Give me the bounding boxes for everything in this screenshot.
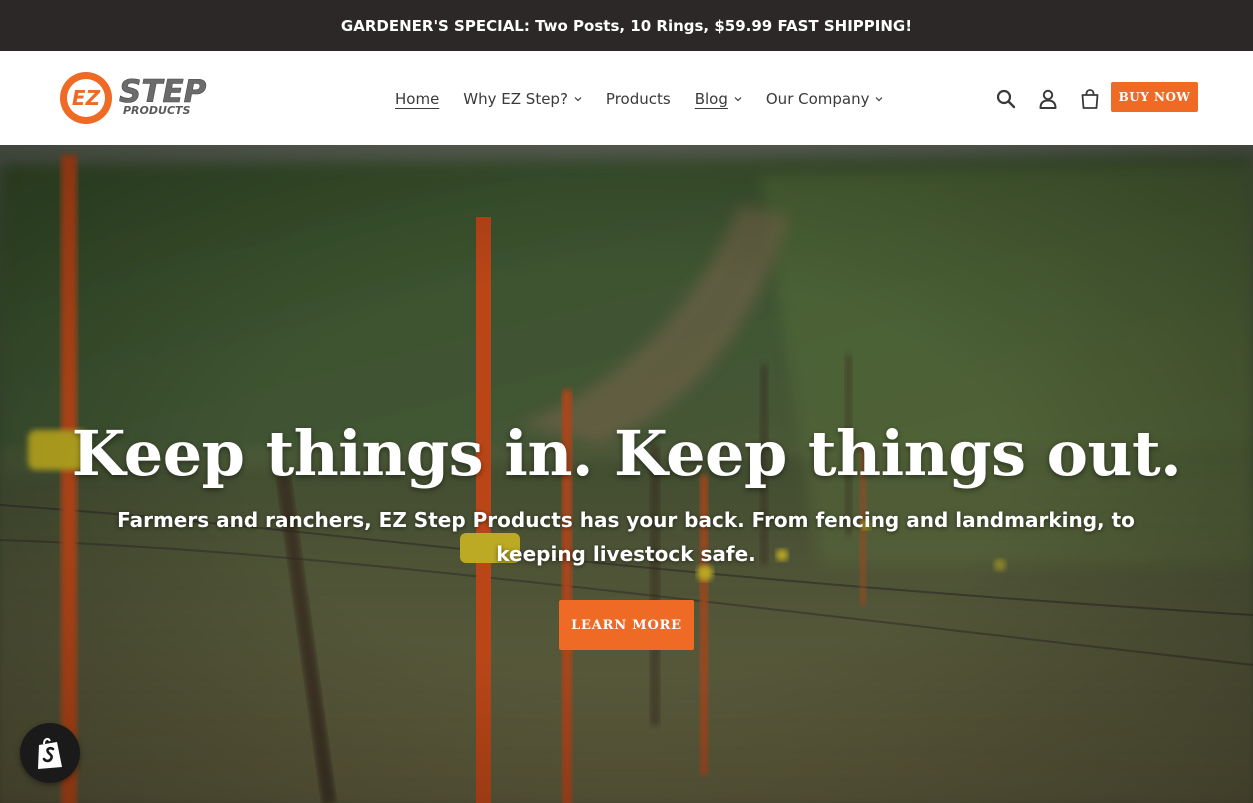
shopify-bag-icon (38, 737, 62, 769)
search-button[interactable] (994, 87, 1018, 111)
main-nav: Home Why EZ Step? Products Blog Our Comp… (395, 87, 883, 111)
nav-our-company[interactable]: Our Company (766, 90, 884, 108)
hero-title: Keep things in. Keep things out. (71, 417, 1182, 490)
nav-why-ez-step[interactable]: Why EZ Step? (463, 90, 582, 108)
shopify-chat-button[interactable] (20, 723, 80, 783)
account-icon (1039, 89, 1057, 109)
chevron-down-icon (734, 97, 742, 102)
announcement-text: GARDENER'S SPECIAL: Two Posts, 10 Rings,… (340, 16, 913, 35)
nav-blog-label[interactable]: Blog (695, 90, 728, 108)
nav-products-label[interactable]: Products (606, 90, 671, 108)
announcement-bar: GARDENER'S SPECIAL: Two Posts, 10 Rings,… (0, 0, 1253, 51)
learn-more-button[interactable]: LEARN MORE (559, 600, 694, 650)
nav-why-label[interactable]: Why EZ Step? (463, 90, 568, 108)
site-header: EZ STEP PRODUCTS Home Why EZ Step? Produ… (0, 51, 1253, 145)
cart-button[interactable] (1078, 87, 1102, 111)
nav-home[interactable]: Home (395, 90, 439, 108)
search-icon (996, 89, 1016, 109)
cart-icon (1081, 89, 1099, 109)
logo-badge-text: EZ (72, 86, 101, 110)
nav-home-label[interactable]: Home (395, 90, 439, 108)
nav-blog[interactable]: Blog (695, 90, 742, 108)
chevron-down-icon (876, 97, 883, 102)
chevron-down-icon (574, 97, 582, 102)
logo-sub-text: PRODUCTS (123, 104, 191, 117)
nav-products[interactable]: Products (606, 90, 671, 108)
hero-banner: Keep things in. Keep things out. Farmers… (0, 145, 1253, 803)
nav-company-label[interactable]: Our Company (766, 90, 870, 108)
ez-step-logo[interactable]: EZ STEP PRODUCTS (57, 68, 229, 128)
account-button[interactable] (1036, 87, 1060, 111)
buy-now-button[interactable]: BUY NOW (1111, 82, 1198, 112)
hero-subtitle: Farmers and ranchers, EZ Step Products h… (117, 508, 1135, 566)
